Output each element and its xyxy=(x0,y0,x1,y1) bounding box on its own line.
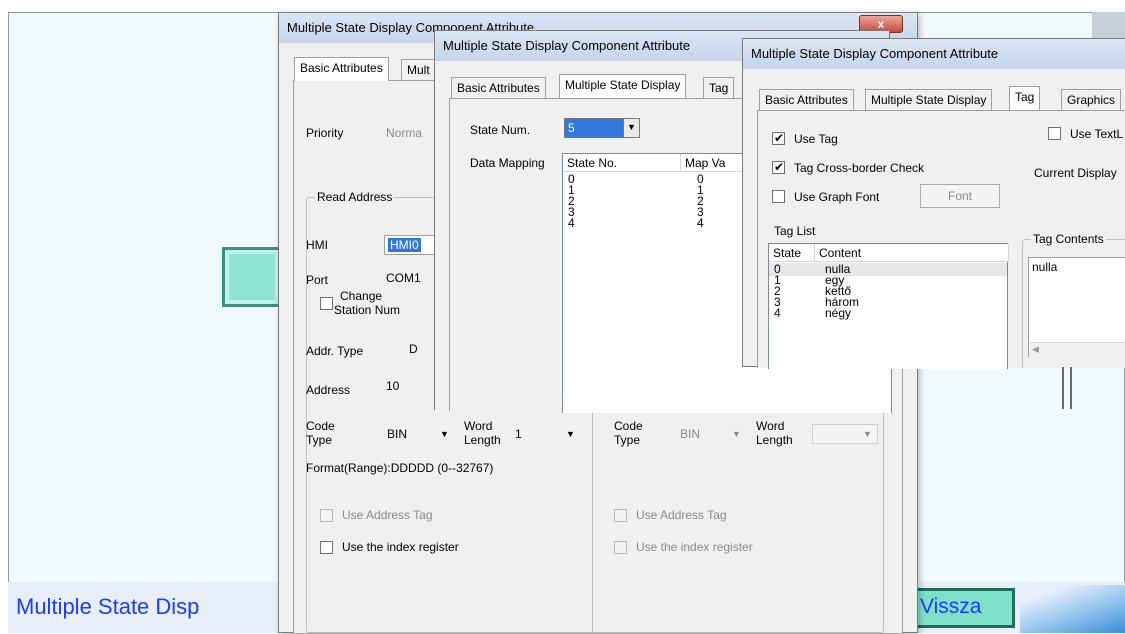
use-address-tag-checkbox[interactable] xyxy=(320,509,333,522)
right-use-address-tag-checkbox[interactable] xyxy=(614,509,627,522)
right-use-address-tag-label: Use Address Tag xyxy=(636,508,727,522)
font-button-label: Font xyxy=(947,189,972,203)
tag-list-table[interactable]: State Content 0 nulla 1 egy 2 kettő 3 három 4 nég… xyxy=(768,243,1009,369)
dialog-tag: Multiple State Display Component Attribu… xyxy=(742,38,1125,369)
state-num-label: State Num. xyxy=(470,123,531,137)
format-range-text: Format(Range):DDDDD (0--32767) xyxy=(306,461,494,475)
right-code-type-select[interactable]: BIN ▼ xyxy=(678,426,748,444)
use-tag-checkbox[interactable] xyxy=(772,131,785,145)
col-header-state[interactable]: State xyxy=(769,244,815,262)
code-type-select[interactable]: BIN ▼ xyxy=(384,426,454,444)
tag-contents-value: nulla xyxy=(1032,260,1058,274)
port-label: Port xyxy=(306,273,329,287)
priority-label: Priority xyxy=(306,126,344,140)
tab-tag[interactable]: Tag xyxy=(1009,86,1041,110)
right-word-length-select[interactable]: ▼ xyxy=(812,424,878,444)
right-code-type-value: BIN xyxy=(680,427,701,441)
chevron-down-icon: ▼ xyxy=(863,429,872,439)
state-num-dropdown-button[interactable]: ▼ xyxy=(623,119,639,137)
decor-swoosh xyxy=(1020,585,1125,633)
read-address-legend: Read Address xyxy=(315,190,395,204)
tag-cross-border-checkbox[interactable] xyxy=(772,160,785,174)
chevron-left-icon: ◀ xyxy=(1032,344,1039,354)
addr-type-value[interactable]: D xyxy=(409,342,418,356)
right-word-length-label-1: Word xyxy=(756,419,785,433)
tab-tag[interactable]: Tag xyxy=(703,77,735,99)
word-length-label-2: Length xyxy=(464,433,501,447)
hmi-select[interactable]: HMI0 xyxy=(384,235,436,255)
word-length-value: 1 xyxy=(515,427,522,441)
close-icon: x xyxy=(877,17,885,31)
right-code-type-label-1: Code xyxy=(614,419,643,433)
tab-multiple-state[interactable]: Mult xyxy=(401,59,436,81)
table-row-map-value[interactable]: 4 xyxy=(697,217,704,229)
data-mapping-label: Data Mapping xyxy=(470,156,545,170)
right-word-length-label-2: Length xyxy=(756,433,793,447)
addr-type-label: Addr. Type xyxy=(306,344,364,358)
col-header-state-no[interactable]: State No. xyxy=(563,154,681,172)
dialog3-titlebar: Multiple State Display Component Attribu… xyxy=(743,39,1125,69)
tab-basic-attributes[interactable]: Basic Attributes xyxy=(294,57,389,81)
horizontal-scrollbar[interactable]: ◀ xyxy=(1029,342,1125,358)
chevron-down-icon: ▼ xyxy=(566,429,575,439)
right-code-type-label-2: Type xyxy=(614,433,641,447)
code-type-label-1: Code xyxy=(306,419,335,433)
dialog2-title: Multiple State Display Component Attribu… xyxy=(443,38,691,53)
use-address-tag-label: Use Address Tag xyxy=(342,508,433,522)
tag-row-content[interactable]: négy xyxy=(825,307,851,319)
underlying-frame-edge xyxy=(1062,367,1064,409)
tag-cross-border-label: Tag Cross-border Check xyxy=(794,161,925,175)
dialog3-title: Multiple State Display Component Attribu… xyxy=(751,46,999,61)
tab-basic-attributes[interactable]: Basic Attributes xyxy=(759,89,854,111)
change-station-label-2: Station Num xyxy=(334,303,401,317)
tab-graphics[interactable]: Graphics xyxy=(1061,89,1122,111)
hmi-value: HMI0 xyxy=(388,238,421,252)
right-use-index-register-label: Use the index register xyxy=(636,540,753,554)
use-text-library-label: Use TextL xyxy=(1070,127,1124,141)
group-divider xyxy=(592,406,593,633)
code-type-value: BIN xyxy=(387,427,408,441)
use-graph-font-label: Use Graph Font xyxy=(794,190,880,204)
priority-value[interactable]: Norma xyxy=(386,126,422,140)
cyan-display-widget[interactable] xyxy=(222,247,282,307)
dialog3-tab-panel: Use Tag Tag Cross-border Check Use Graph… xyxy=(757,110,1125,369)
current-display-label: Current Display xyxy=(1034,166,1117,180)
tag-contents-legend: Tag Contents xyxy=(1031,232,1106,246)
tab-multiple-state-display[interactable]: Multiple State Display xyxy=(865,89,993,111)
underlying-frame-edge xyxy=(1070,367,1072,409)
tag-list-label: Tag List xyxy=(774,224,816,238)
use-graph-font-checkbox[interactable] xyxy=(772,190,785,203)
state-num-value: 5 xyxy=(568,121,575,135)
state-num-select[interactable]: 5 ▼ xyxy=(564,118,640,138)
back-button-label: Vissza xyxy=(920,595,982,618)
col-header-content[interactable]: Content xyxy=(815,244,1009,262)
chevron-down-icon: ▼ xyxy=(732,429,741,439)
tab-basic-attributes[interactable]: Basic Attributes xyxy=(451,77,546,99)
use-index-register-label: Use the index register xyxy=(342,540,459,554)
font-button[interactable]: Font xyxy=(920,184,1000,208)
use-text-library-checkbox[interactable] xyxy=(1048,127,1061,140)
word-length-label-1: Word xyxy=(464,419,493,433)
tab-multiple-state-display[interactable]: Multiple State Display xyxy=(559,74,687,98)
tag-row-state[interactable]: 4 xyxy=(774,307,781,319)
bottom-label: Multiple State Disp xyxy=(16,594,200,619)
right-use-index-register-checkbox[interactable] xyxy=(614,541,627,554)
table-row-state[interactable]: 4 xyxy=(568,217,575,229)
change-station-label-1: Change xyxy=(340,289,383,303)
word-length-select[interactable]: 1 ▼ xyxy=(512,426,580,444)
use-index-register-checkbox[interactable] xyxy=(320,541,333,554)
use-tag-label: Use Tag xyxy=(794,132,838,146)
change-station-checkbox[interactable] xyxy=(320,297,333,310)
chevron-down-icon: ▼ xyxy=(440,429,449,439)
port-value: COM1 xyxy=(386,271,421,285)
chevron-down-icon: ▼ xyxy=(627,122,636,132)
address-label: Address xyxy=(306,383,351,397)
code-type-label-2: Type xyxy=(306,433,333,447)
address-input[interactable]: 10 xyxy=(386,379,399,393)
selected-row-highlight xyxy=(769,263,1007,276)
tag-contents-textbox[interactable]: nulla ◀ xyxy=(1028,257,1125,358)
hmi-label: HMI xyxy=(306,238,328,252)
